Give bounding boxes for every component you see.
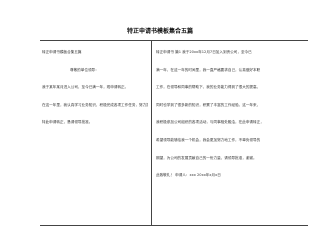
left-column: 转正申请书模板合集五篇 尊敬的单位领导： 我于某年某月进入公司，至今已满一年，现… (42, 44, 148, 132)
right-line: 工作，在领导和同事的帮助下，我的业务能力得到了很大的提高， (156, 85, 261, 90)
left-line: 特此申请转正，恳请领导批准。 (42, 120, 93, 125)
left-line: 我于某年某月进入公司，至今已满一年，现申请转正。 (42, 85, 129, 90)
right-line: 我积极参加公司组织的各项活动，与同事相处融洽，在此申请转正， (156, 120, 264, 125)
right-line: 期望，为公司的发展贡献自己的一份力量，请领导批准，谢谢。 (156, 155, 257, 160)
left-line: 尊敬的单位领导： (70, 67, 99, 72)
right-line: 转正申请书 篇1 我于20xx年12月7日加入到贵公司，至今已 (156, 50, 252, 54)
right-line: 此致敬礼！ 申请人：xxx 20xx年x月x日 (156, 173, 221, 178)
left-line: 转正申请书模板合集五篇 (42, 50, 82, 54)
right-column: 转正申请书 篇1 我于20xx年12月7日加入到贵公司，至今已 满一年，在这一年… (156, 44, 306, 185)
right-line: 希望领导能够给我一个机会，我会更加努力地工作，不辜负领导的 (156, 137, 261, 142)
column-divider (151, 40, 152, 225)
table-top-rule (40, 40, 308, 41)
right-line: 满一年，在这一年的时间里，我一直严格要求自己，认真做好本职 (156, 67, 261, 72)
left-line: 在这一年里，我认真学习业务知识，积极完成各项工作任务，努力提高自身能力。 (42, 102, 148, 107)
table-bottom-rule (40, 225, 308, 226)
page-title: 特正申请书模板集合五篇 (126, 28, 193, 35)
right-line: 同时也学到了很多新的知识，积累了丰富的工作经验。这一年来， (156, 102, 261, 107)
